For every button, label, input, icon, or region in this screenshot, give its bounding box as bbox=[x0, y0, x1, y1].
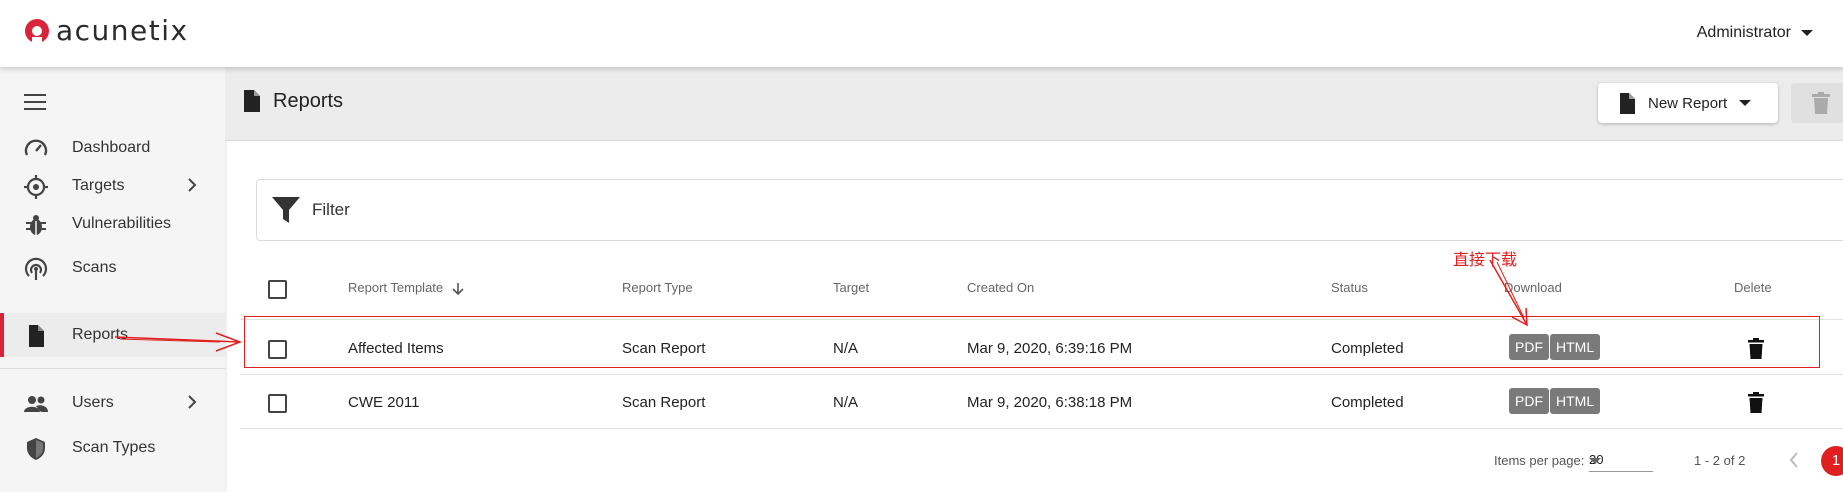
filter-bar[interactable]: Filter bbox=[256, 179, 1843, 241]
status-cell: Completed bbox=[1331, 340, 1404, 357]
status-cell: Completed bbox=[1331, 394, 1404, 411]
column-header-delete: Delete bbox=[1734, 280, 1772, 295]
people-icon bbox=[24, 396, 48, 412]
column-header-target[interactable]: Target bbox=[833, 280, 869, 295]
new-report-label: New Report bbox=[1648, 94, 1728, 112]
chevron-right-icon bbox=[188, 395, 197, 409]
report-type-cell: Scan Report bbox=[622, 394, 706, 411]
column-header-report-type[interactable]: Report Type bbox=[622, 280, 693, 295]
crosshair-icon bbox=[24, 175, 48, 199]
sidebar-item-scan-types[interactable]: Scan Types bbox=[0, 426, 225, 470]
funnel-icon bbox=[272, 197, 300, 223]
acunetix-logo[interactable]: acunetix bbox=[22, 16, 189, 46]
user-menu[interactable]: Administrator bbox=[1697, 24, 1813, 42]
trash-icon[interactable] bbox=[1748, 392, 1764, 413]
column-header-label: Report Template bbox=[348, 280, 444, 295]
shield-icon bbox=[27, 438, 45, 460]
created-on-cell: Mar 9, 2020, 6:39:16 PM bbox=[967, 340, 1133, 357]
column-header-report-template[interactable]: Report Template bbox=[348, 280, 464, 295]
column-header-status[interactable]: Status bbox=[1331, 280, 1368, 295]
delete-selected-button[interactable] bbox=[1791, 83, 1843, 123]
download-pdf-button[interactable]: PDF bbox=[1509, 388, 1549, 414]
filter-label: Filter bbox=[312, 200, 350, 219]
chevron-right-icon bbox=[188, 178, 197, 192]
hamburger-menu-icon[interactable] bbox=[24, 94, 46, 110]
logo-text: acunetix bbox=[56, 14, 189, 47]
chevron-down-icon bbox=[1801, 30, 1813, 36]
document-icon bbox=[1620, 92, 1635, 114]
sidebar-item-label: Vulnerabilities bbox=[72, 215, 172, 232]
chevron-left-icon[interactable] bbox=[1789, 452, 1799, 468]
select-all-checkbox[interactable] bbox=[268, 280, 287, 299]
target-cell: N/A bbox=[833, 340, 859, 357]
bug-icon bbox=[26, 215, 46, 235]
sidebar-item-scans[interactable]: Scans bbox=[0, 246, 225, 290]
sidebar-item-label: Users bbox=[72, 394, 114, 411]
download-pdf-button[interactable]: PDF bbox=[1509, 334, 1549, 360]
sidebar-item-reports[interactable]: Reports bbox=[0, 313, 225, 357]
new-report-button[interactable]: New Report bbox=[1598, 83, 1778, 123]
column-header-created-on[interactable]: Created On bbox=[967, 280, 1034, 295]
created-on-cell: Mar 9, 2020, 6:38:18 PM bbox=[967, 394, 1133, 411]
column-header-download: Download bbox=[1504, 280, 1562, 295]
sidebar-item-label: Dashboard bbox=[72, 139, 151, 156]
page-title: Reports bbox=[273, 90, 344, 112]
items-per-page-select[interactable]: 20 bbox=[1589, 449, 1653, 472]
target-cell: N/A bbox=[833, 394, 859, 411]
pagination-range: 1 - 2 of 2 bbox=[1694, 453, 1746, 468]
sidebar-item-label: Reports bbox=[72, 326, 129, 343]
sidebar: Dashboard Targets Vulnerabilities Scans … bbox=[0, 67, 225, 492]
arrow-down-icon bbox=[452, 282, 464, 295]
notification-badge[interactable]: 1 bbox=[1821, 446, 1843, 476]
row-checkbox[interactable] bbox=[268, 394, 287, 413]
download-html-button[interactable]: HTML bbox=[1550, 388, 1601, 414]
top-bar: acunetix Administrator bbox=[0, 0, 1843, 67]
report-type-cell: Scan Report bbox=[622, 340, 706, 357]
row-checkbox[interactable] bbox=[268, 340, 287, 359]
document-icon bbox=[29, 325, 44, 347]
trash-icon bbox=[1812, 92, 1830, 114]
report-template-cell: CWE 2011 bbox=[348, 394, 420, 411]
sidebar-item-users[interactable]: Users bbox=[0, 381, 225, 425]
row-divider bbox=[240, 374, 1843, 375]
sidebar-divider bbox=[0, 368, 225, 369]
download-html-button[interactable]: HTML bbox=[1550, 334, 1601, 360]
sidebar-item-vulnerabilities[interactable]: Vulnerabilities bbox=[0, 202, 225, 246]
document-icon bbox=[244, 90, 260, 112]
items-per-page-label: Items per page: bbox=[1494, 453, 1585, 468]
chevron-down-icon bbox=[1589, 458, 1601, 464]
radar-icon bbox=[24, 257, 48, 280]
report-template-cell: Affected Items bbox=[348, 340, 444, 357]
sidebar-item-label: Targets bbox=[72, 177, 125, 194]
annotation-text: 直接下载 bbox=[1453, 250, 1518, 269]
trash-icon[interactable] bbox=[1748, 338, 1764, 359]
row-divider bbox=[240, 319, 1843, 320]
sidebar-item-label: Scans bbox=[72, 259, 117, 276]
row-divider bbox=[240, 428, 1843, 429]
acunetix-logo-icon bbox=[25, 19, 49, 46]
user-name: Administrator bbox=[1696, 24, 1791, 41]
speedometer-icon bbox=[24, 139, 48, 156]
chevron-down-icon bbox=[1739, 100, 1752, 106]
sidebar-item-label: Scan Types bbox=[72, 439, 156, 456]
